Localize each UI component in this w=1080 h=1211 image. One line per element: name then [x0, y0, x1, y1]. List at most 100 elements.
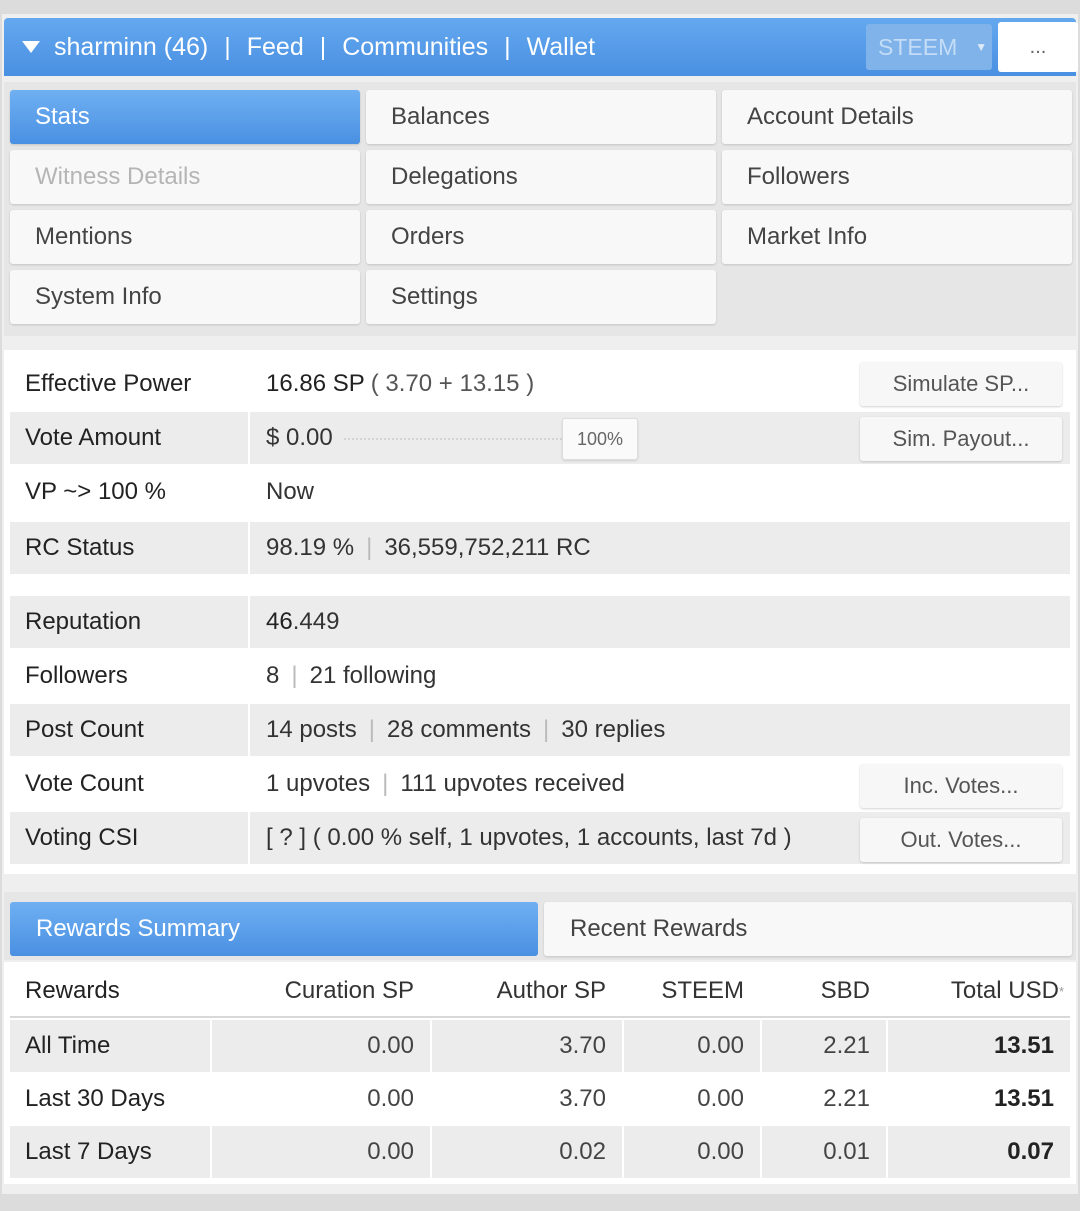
total-usd-cell: 0.07 [886, 1126, 1070, 1178]
row-label: VP ~> 100 % [25, 478, 166, 505]
table-row: Last 30 Days 0.00 3.70 0.00 2.21 13.51 [10, 1073, 1070, 1125]
user-link[interactable]: sharminn (46) [54, 33, 208, 62]
caret-down-icon: ▼ [975, 40, 988, 54]
period-cell: Last 7 Days [25, 1138, 152, 1165]
steem-cell: 0.00 [622, 1073, 760, 1125]
value-separator: | [368, 716, 375, 743]
row-label: Effective Power [25, 370, 192, 397]
sbd-cell: 2.21 [760, 1020, 886, 1072]
post-count-row: Post Count 14 posts | 28 comments | 30 r… [10, 704, 1070, 756]
row-label: RC Status [25, 534, 135, 561]
column-header: STEEM [622, 966, 760, 1016]
sim-payout-button[interactable]: Sim. Payout... [860, 417, 1062, 461]
inc-votes-button[interactable]: Inc. Votes... [860, 764, 1062, 808]
curation-sp-cell: 0.00 [210, 1020, 430, 1072]
table-header-row: Rewards Curation SP Author SP STEEM SBD … [10, 966, 1070, 1018]
menu-stats[interactable]: Stats [10, 90, 360, 144]
row-label: Vote Count [25, 770, 144, 797]
menu-market-info[interactable]: Market Info [722, 210, 1072, 264]
curation-sp-cell: 0.00 [210, 1073, 430, 1125]
value-separator: | [382, 770, 389, 797]
sbd-cell: 2.21 [760, 1073, 886, 1125]
nav-wallet-link[interactable]: Wallet [527, 33, 596, 62]
more-button[interactable]: ... [998, 22, 1078, 72]
rewards-table: Rewards Curation SP Author SP STEEM SBD … [4, 962, 1076, 1184]
comments-count: 28 comments [386, 716, 532, 743]
menu-settings[interactable]: Settings [366, 270, 716, 324]
rewards-tabs: Rewards Summary Recent Rewards [4, 892, 1076, 960]
total-usd-cell: 13.51 [886, 1020, 1070, 1072]
reputation-row: Reputation 46.449 [10, 596, 1070, 648]
vote-weight-slider-track[interactable] [344, 438, 566, 442]
sbd-cell: 0.01 [760, 1126, 886, 1178]
footnote-mark: * [1058, 983, 1064, 999]
vp-row: VP ~> 100 % Now [10, 466, 1070, 518]
out-votes-button[interactable]: Out. Votes... [860, 818, 1062, 862]
row-label: Post Count [25, 716, 144, 743]
rc-status-row: RC Status 98.19 % | 36,559,752,211 RC [10, 522, 1070, 574]
tab-recent-rewards[interactable]: Recent Rewards [544, 902, 1072, 956]
table-row: All Time 0.00 3.70 0.00 2.21 13.51 [10, 1020, 1070, 1072]
nav-communities-link[interactable]: Communities [342, 33, 488, 62]
upvotes-count: 1 upvotes [266, 770, 371, 797]
steem-cell: 0.00 [622, 1020, 760, 1072]
posts-count: 14 posts [266, 716, 357, 743]
menu-orders[interactable]: Orders [366, 210, 716, 264]
voting-csi-value: [ ? ] ( 0.00 % self, 1 upvotes, 1 accoun… [266, 824, 792, 851]
reputation-whole: 46 [266, 608, 293, 635]
nav-separator: | [504, 32, 511, 61]
author-sp-cell: 3.70 [430, 1073, 622, 1125]
vp-value: Now [266, 478, 315, 505]
vote-weight-slider-handle[interactable]: 100% [562, 418, 638, 460]
column-header: Curation SP [210, 966, 430, 1016]
steem-cell: 0.00 [622, 1126, 760, 1178]
column-header-total-usd: Total USD * [886, 966, 1070, 1016]
table-row: Last 7 Days 0.00 0.02 0.00 0.01 0.07 [10, 1126, 1070, 1178]
chain-select-value: STEEM [878, 33, 958, 60]
vote-amount-value: $ 0.00 [266, 424, 333, 451]
replies-count: 30 replies [561, 716, 666, 743]
effective-power-detail: ( 3.70 + 13.15 ) [370, 370, 535, 397]
value-separator: | [543, 716, 550, 743]
column-header: Total USD [950, 977, 1059, 1004]
row-label: Reputation [25, 608, 142, 635]
row-label: Vote Amount [25, 424, 162, 451]
chain-select[interactable]: STEEM ▼ [866, 24, 992, 70]
column-header: Rewards [25, 977, 120, 1004]
nav-feed-link[interactable]: Feed [247, 33, 304, 62]
value-separator: | [366, 534, 373, 561]
author-sp-cell: 0.02 [430, 1126, 622, 1178]
followers-row: Followers 8 | 21 following [10, 650, 1070, 702]
menu-witness-details: Witness Details [10, 150, 360, 204]
rc-amount: 36,559,752,211 RC [384, 534, 591, 561]
following-count: 21 following [309, 662, 437, 689]
top-nav-bar: sharminn (46) | Feed | Communities | Wal… [4, 18, 1078, 76]
nav-separator: | [319, 32, 327, 61]
row-label: Followers [25, 662, 128, 689]
total-usd-cell: 13.51 [886, 1073, 1070, 1125]
menu-mentions[interactable]: Mentions [10, 210, 360, 264]
followers-count: 8 [266, 662, 280, 689]
nav-separator: | [224, 32, 231, 61]
author-sp-cell: 3.70 [430, 1020, 622, 1072]
curation-sp-cell: 0.00 [210, 1126, 430, 1178]
column-header: Author SP [430, 966, 622, 1016]
row-label: Voting CSI [25, 824, 139, 851]
menu-followers[interactable]: Followers [722, 150, 1072, 204]
tab-rewards-summary[interactable]: Rewards Summary [10, 902, 538, 956]
period-cell: All Time [25, 1032, 111, 1059]
menu-system-info[interactable]: System Info [10, 270, 360, 324]
period-cell: Last 30 Days [25, 1085, 166, 1112]
column-header: SBD [760, 966, 886, 1016]
rc-percent: 98.19 % [266, 534, 355, 561]
menu-delegations[interactable]: Delegations [366, 150, 716, 204]
menu-account-details[interactable]: Account Details [722, 90, 1072, 144]
upvotes-received: 111 upvotes received [400, 770, 625, 797]
value-separator: | [291, 662, 298, 689]
section-menu: Stats Balances Account Details Witness D… [4, 82, 1076, 336]
menu-balances[interactable]: Balances [366, 90, 716, 144]
simulate-sp-button[interactable]: Simulate SP... [860, 362, 1062, 406]
reputation-decimal: .449 [292, 608, 340, 635]
effective-power-value: 16.86 SP [266, 370, 365, 397]
dropdown-triangle-icon[interactable] [22, 41, 40, 53]
